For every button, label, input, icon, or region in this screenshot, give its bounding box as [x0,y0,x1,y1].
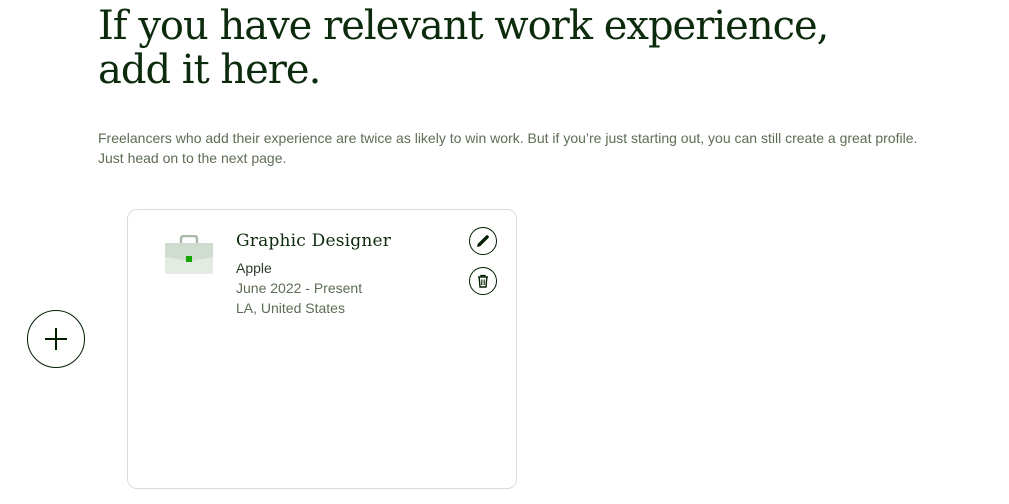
experience-dates: June 2022 - Present [236,280,363,296]
experience-card: Graphic Designer Apple June 2022 - Prese… [127,209,517,489]
pencil-icon [477,235,489,247]
page-description-line-1: Freelancers who add their experience are… [98,130,918,146]
page: If you have relevant work experience, ad… [0,0,1009,504]
page-title-line-1: If you have relevant work experience, [98,3,829,49]
page-title-line-2: add it here. [98,47,321,93]
experience-company: Apple [236,260,272,276]
plus-icon [45,328,67,350]
delete-experience-button[interactable] [469,267,497,295]
experience-location: LA, United States [236,300,345,316]
experience-title: Graphic Designer [236,231,392,251]
page-description: Freelancers who add their experience are… [98,128,978,168]
trash-icon [478,274,488,288]
edit-experience-button[interactable] [469,227,497,255]
page-description-line-2: Just head on to the next page. [98,150,287,166]
page-title: If you have relevant work experience, ad… [98,4,858,92]
briefcase-icon [165,235,213,274]
add-experience-button[interactable] [27,310,85,368]
